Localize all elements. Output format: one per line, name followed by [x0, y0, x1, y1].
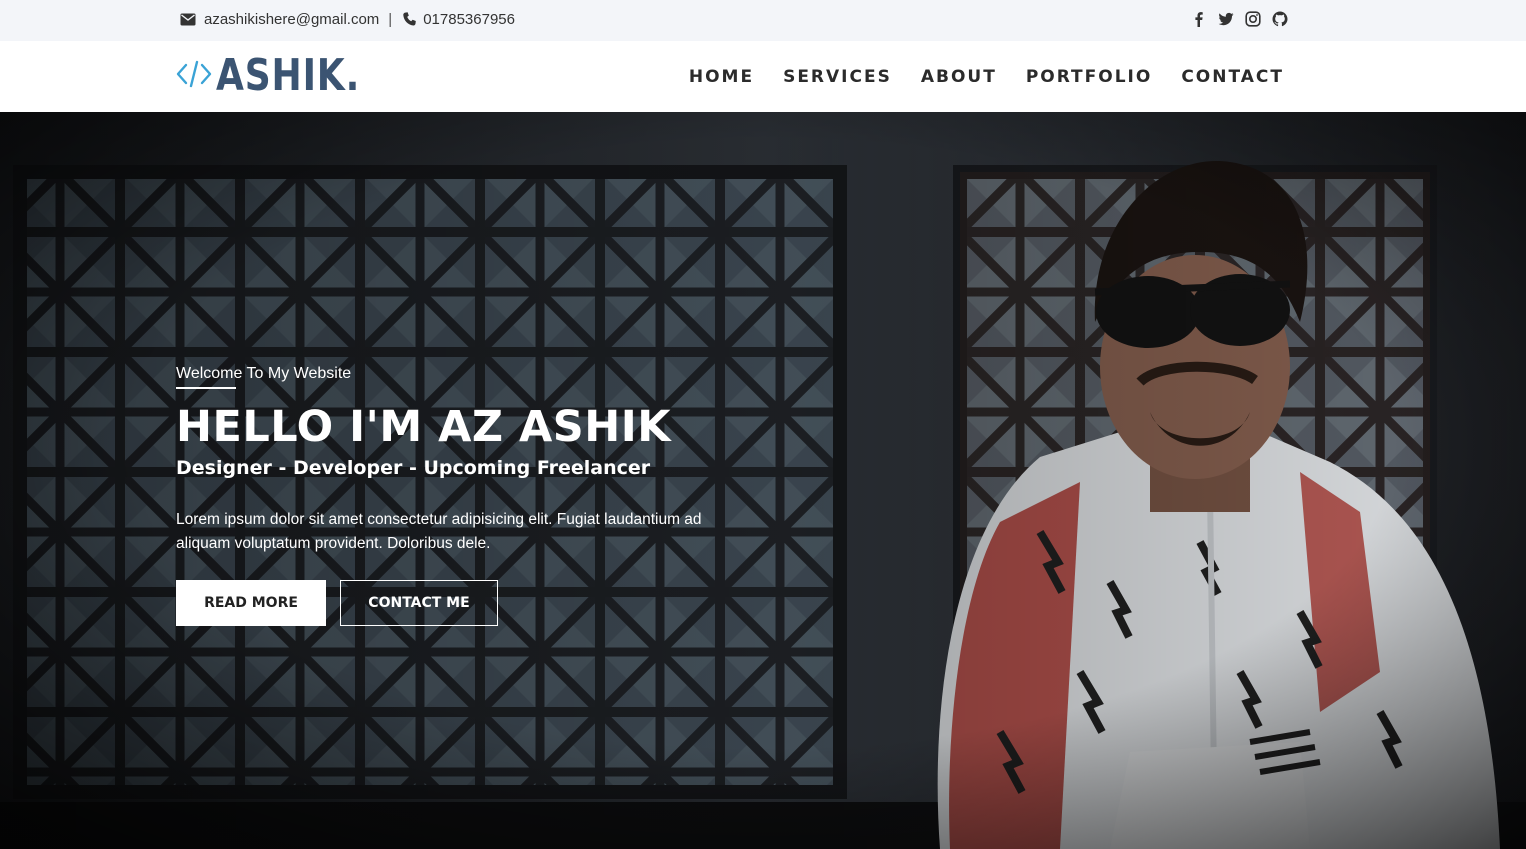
top-bar: azashikishere@gmail.com | 01785367956: [0, 0, 1526, 41]
email-link[interactable]: azashikishere@gmail.com: [204, 11, 379, 28]
welcome-underline: [176, 387, 236, 389]
hero-description: Lorem ipsum dolor sit amet consectetur a…: [176, 511, 702, 552]
phone-number[interactable]: 01785367956: [423, 11, 515, 28]
contact-me-button[interactable]: CONTACT ME: [340, 580, 498, 626]
hero-buttons: READ MORE CONTACT ME: [176, 580, 776, 626]
nav-item-contact[interactable]: CONTACT: [1181, 67, 1284, 87]
nav-item-home[interactable]: HOME: [689, 67, 754, 87]
hero-headline: HELLO I'M AZ ASHIK: [176, 402, 672, 452]
logo-wordmark: ASHIK.: [216, 50, 361, 101]
hero-section: Welcome To My Website HELLO I'M AZ ASHIK…: [0, 112, 1526, 849]
main-navbar: ASHIK. HOME SERVICES ABOUT PORTFOLIO CON…: [0, 41, 1526, 112]
social-links: [1191, 0, 1288, 38]
instagram-icon[interactable]: [1245, 11, 1261, 27]
nav-menu: HOME SERVICES ABOUT PORTFOLIO CONTACT: [689, 41, 1284, 112]
phone-icon: [403, 12, 417, 26]
site-logo[interactable]: ASHIK.: [176, 53, 392, 99]
contact-separator: |: [388, 10, 393, 28]
twitter-icon[interactable]: [1218, 11, 1234, 27]
facebook-icon[interactable]: [1191, 11, 1207, 27]
read-more-button[interactable]: READ MORE: [176, 580, 326, 626]
hero-subtitle: Designer - Developer - Upcoming Freelanc…: [176, 457, 651, 479]
github-icon[interactable]: [1272, 11, 1288, 27]
nav-item-about[interactable]: ABOUT: [921, 67, 997, 87]
welcome-text: Welcome To My Website: [176, 365, 352, 382]
hero-content: Welcome To My Website HELLO I'M AZ ASHIK…: [176, 364, 776, 626]
nav-item-portfolio[interactable]: PORTFOLIO: [1026, 67, 1153, 87]
envelope-icon: [180, 13, 196, 26]
contact-info: azashikishere@gmail.com | 01785367956: [180, 0, 515, 38]
nav-item-services[interactable]: SERVICES: [783, 67, 892, 87]
code-icon: [176, 59, 212, 94]
